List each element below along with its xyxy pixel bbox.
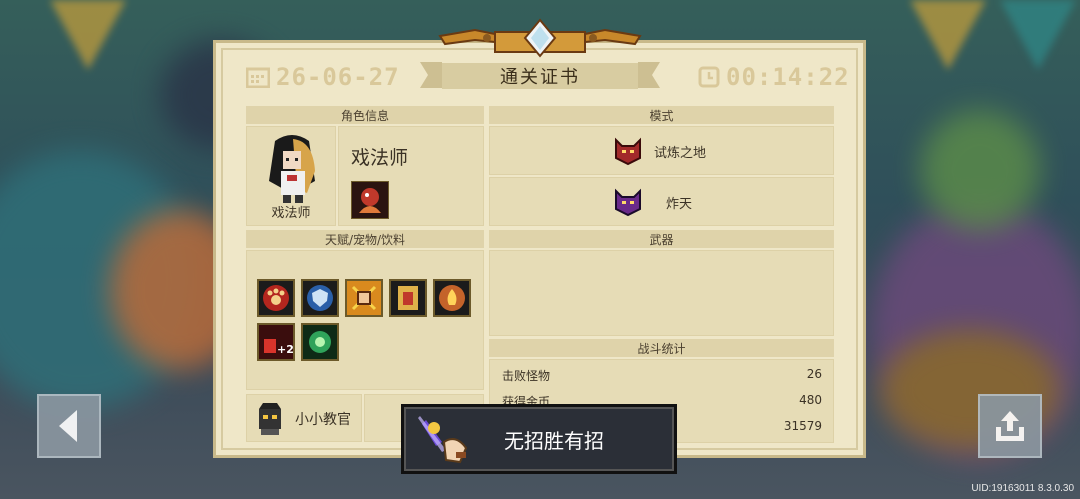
stat-label: 击败怪物: [502, 369, 551, 383]
mode-item-blast: 炸天: [489, 177, 834, 226]
stat-value: 480: [799, 393, 822, 407]
pet-name: 小小教官: [295, 412, 351, 428]
talents-panel: [246, 250, 484, 390]
stat-value: 26: [806, 367, 822, 381]
character-name: 戏法师: [351, 147, 409, 169]
time-text: 00:14:22: [726, 63, 850, 91]
fist-talent-icon[interactable]: [345, 279, 383, 317]
weapon-panel: [489, 250, 834, 336]
weapon-section-header: 武器: [489, 230, 834, 248]
character-portrait: [269, 135, 315, 203]
share-icon: [996, 411, 1024, 441]
time-display: 00:14:22: [698, 62, 850, 92]
uid-label: UID:19163011 8.3.0.30: [971, 483, 1074, 494]
pet-instructor-icon: [259, 403, 281, 435]
calendar-icon: [246, 67, 270, 88]
shield-talent-icon[interactable]: [301, 279, 339, 317]
health-potion-plus2-icon[interactable]: +2: [257, 323, 295, 361]
certificate-title: 通关证书: [442, 63, 638, 89]
sword-achievement-icon: [418, 416, 468, 464]
crest-ornament: [438, 18, 642, 58]
paw-talent-icon[interactable]: [257, 279, 295, 317]
potion-talent-icon[interactable]: [389, 279, 427, 317]
battle-stats-header: 战斗统计: [489, 339, 834, 357]
back-arrow-icon: [59, 410, 77, 442]
demon-helmet-red-icon: [615, 137, 641, 166]
stat-value: 31579: [783, 419, 822, 433]
character-skill-icon: [351, 181, 389, 219]
talents-section-header: 天赋/宠物/饮料: [246, 230, 484, 248]
svg-text:+2: +2: [277, 343, 293, 356]
date-text: 26-06-27: [276, 63, 400, 91]
mode-name-1: 试炼之地: [654, 146, 707, 161]
clock-icon: [698, 66, 720, 88]
mode-section-header: 模式: [489, 106, 834, 124]
achievement-text: 无招胜有招: [504, 428, 604, 453]
mode-item-trial: 试炼之地: [489, 126, 834, 175]
character-details-panel: 戏法师: [338, 126, 484, 226]
green-rune-icon[interactable]: [301, 323, 339, 361]
date-display: 26-06-27: [246, 62, 400, 92]
stat-row-kills: 击败怪物 26: [502, 367, 822, 384]
portrait-label: 戏法师: [271, 206, 311, 221]
flame-talent-icon[interactable]: [433, 279, 471, 317]
mode-name-2: 炸天: [666, 197, 693, 212]
back-button[interactable]: [37, 394, 101, 458]
demon-helmet-purple-icon: [615, 188, 641, 217]
character-portrait-panel: 戏法师: [246, 126, 336, 226]
pet-panel: 小小教官: [246, 394, 362, 442]
share-button[interactable]: [978, 394, 1042, 458]
character-section-header: 角色信息: [246, 106, 484, 124]
achievement-toast: 无招胜有招: [401, 404, 677, 474]
